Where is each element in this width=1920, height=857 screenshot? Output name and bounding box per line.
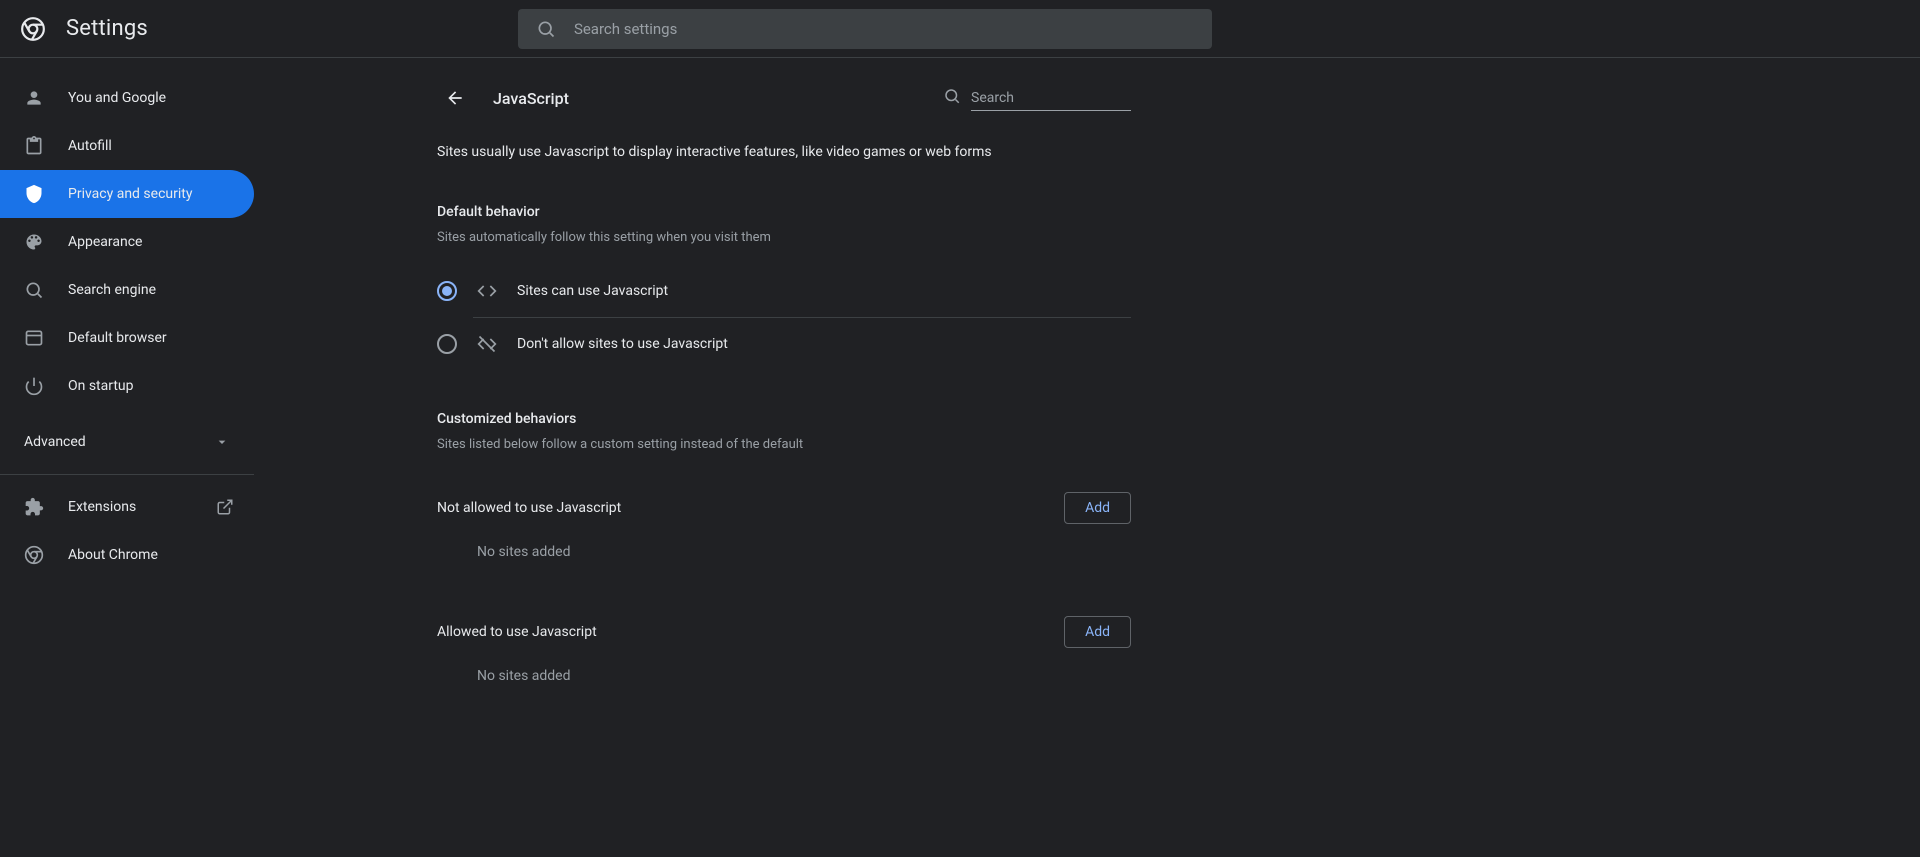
not-allowed-title: Not allowed to use Javascript — [437, 500, 621, 516]
radio-indicator — [437, 334, 457, 354]
browser-icon — [24, 328, 44, 348]
sidebar-item-extensions[interactable]: Extensions — [0, 483, 254, 531]
person-icon — [24, 88, 44, 108]
sidebar: You and Google Autofill Privacy and secu… — [0, 58, 255, 857]
page-title: Settings — [66, 16, 148, 41]
settings-header: Settings — [0, 0, 1920, 58]
chrome-icon — [24, 545, 44, 565]
panel-description: Sites usually use Javascript to display … — [437, 144, 1131, 160]
palette-icon — [24, 232, 44, 252]
sidebar-item-label: Autofill — [68, 138, 112, 154]
sidebar-item-label: You and Google — [68, 90, 166, 106]
add-not-allowed-button[interactable]: Add — [1064, 492, 1131, 524]
sidebar-advanced-label: Advanced — [24, 434, 86, 450]
radio-allow-js[interactable]: Sites can use Javascript — [437, 265, 1131, 317]
radio-label: Sites can use Javascript — [517, 283, 668, 299]
sidebar-item-appearance[interactable]: Appearance — [0, 218, 254, 266]
panel-search[interactable] — [943, 86, 1131, 111]
sidebar-item-label: Appearance — [68, 234, 142, 250]
sidebar-divider — [0, 474, 254, 475]
sidebar-item-label: Extensions — [68, 499, 136, 515]
clipboard-icon — [24, 136, 44, 156]
back-button[interactable] — [437, 80, 473, 116]
sidebar-item-on-startup[interactable]: On startup — [0, 362, 254, 410]
sidebar-item-you-and-google[interactable]: You and Google — [0, 74, 254, 122]
sidebar-item-label: Privacy and security — [68, 186, 192, 202]
sidebar-item-label: Search engine — [68, 282, 156, 298]
search-icon — [24, 280, 44, 300]
radio-indicator — [437, 281, 457, 301]
sidebar-item-search-engine[interactable]: Search engine — [0, 266, 254, 314]
not-allowed-empty: No sites added — [477, 544, 1131, 560]
sidebar-item-label: About Chrome — [68, 547, 158, 563]
chevron-down-icon — [214, 434, 230, 450]
sidebar-item-autofill[interactable]: Autofill — [0, 122, 254, 170]
panel-title: JavaScript — [493, 89, 923, 108]
main-content: JavaScript Sites usually use Javascript … — [255, 58, 1920, 857]
settings-search[interactable] — [518, 9, 1212, 49]
sidebar-item-label: On startup — [68, 378, 134, 394]
sidebar-item-privacy-security[interactable]: Privacy and security — [0, 170, 254, 218]
default-behavior-subtitle: Sites automatically follow this setting … — [437, 230, 1131, 245]
search-icon — [536, 19, 556, 39]
settings-search-input[interactable] — [574, 20, 1194, 38]
radio-block-js[interactable]: Don't allow sites to use Javascript — [473, 317, 1131, 369]
add-allowed-button[interactable]: Add — [1064, 616, 1131, 648]
search-icon — [943, 87, 961, 105]
sidebar-item-label: Default browser — [68, 330, 167, 346]
sidebar-advanced-toggle[interactable]: Advanced — [0, 418, 254, 466]
panel-search-input[interactable] — [971, 86, 1131, 111]
shield-icon — [24, 184, 44, 204]
extension-icon — [24, 497, 44, 517]
arrow-left-icon — [445, 88, 465, 108]
radio-label: Don't allow sites to use Javascript — [517, 336, 728, 352]
chrome-logo-icon — [20, 16, 46, 42]
default-behavior-title: Default behavior — [437, 204, 1131, 220]
sidebar-item-about-chrome[interactable]: About Chrome — [0, 531, 254, 579]
customized-title: Customized behaviors — [437, 411, 1131, 427]
allowed-empty: No sites added — [477, 668, 1131, 684]
code-off-icon — [477, 334, 497, 354]
code-icon — [477, 281, 497, 301]
sidebar-item-default-browser[interactable]: Default browser — [0, 314, 254, 362]
external-link-icon — [216, 498, 234, 516]
allowed-title: Allowed to use Javascript — [437, 624, 597, 640]
power-icon — [24, 376, 44, 396]
customized-subtitle: Sites listed below follow a custom setti… — [437, 437, 1131, 452]
